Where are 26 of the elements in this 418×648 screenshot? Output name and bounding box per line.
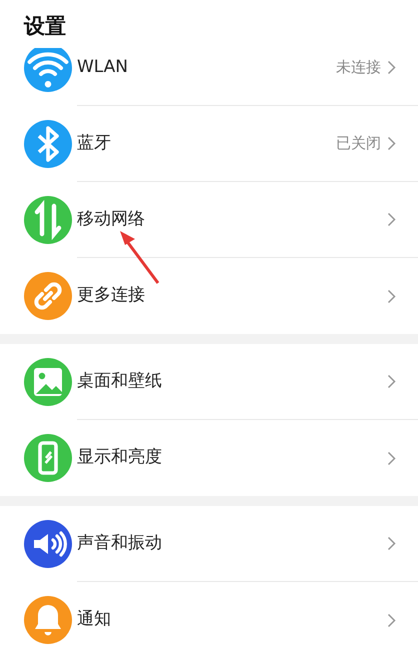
bell-icon bbox=[24, 596, 72, 644]
item-label: WLAN bbox=[77, 56, 130, 79]
item-value: 未连接 bbox=[336, 57, 381, 78]
chevron-icon bbox=[387, 612, 396, 628]
speaker-icon bbox=[24, 520, 72, 568]
item-label: 通知 bbox=[77, 608, 112, 632]
chevron-icon bbox=[387, 450, 396, 466]
item-value: 已关闭 bbox=[336, 133, 381, 154]
item-label: 更多连接 bbox=[77, 284, 146, 308]
bluetooth-icon bbox=[24, 120, 72, 168]
item-label: 移动网络 bbox=[77, 208, 146, 231]
arrows-icon bbox=[24, 196, 72, 244]
item-label: 声音和振动 bbox=[77, 532, 163, 555]
link-icon bbox=[24, 272, 72, 320]
chevron-icon bbox=[387, 136, 396, 151]
item-label: 显示和亮度 bbox=[77, 446, 163, 470]
image-icon bbox=[24, 358, 72, 406]
phone-icon bbox=[24, 434, 72, 482]
page-title: 设置 bbox=[24, 12, 66, 40]
item-label: 蓝牙 bbox=[77, 132, 112, 155]
chevron-icon bbox=[387, 374, 396, 389]
chevron-icon bbox=[387, 60, 396, 75]
chevron-icon bbox=[387, 212, 396, 227]
chevron-icon bbox=[387, 536, 396, 551]
item-label: 桌面和壁纸 bbox=[77, 370, 163, 393]
chevron-icon bbox=[387, 288, 396, 304]
